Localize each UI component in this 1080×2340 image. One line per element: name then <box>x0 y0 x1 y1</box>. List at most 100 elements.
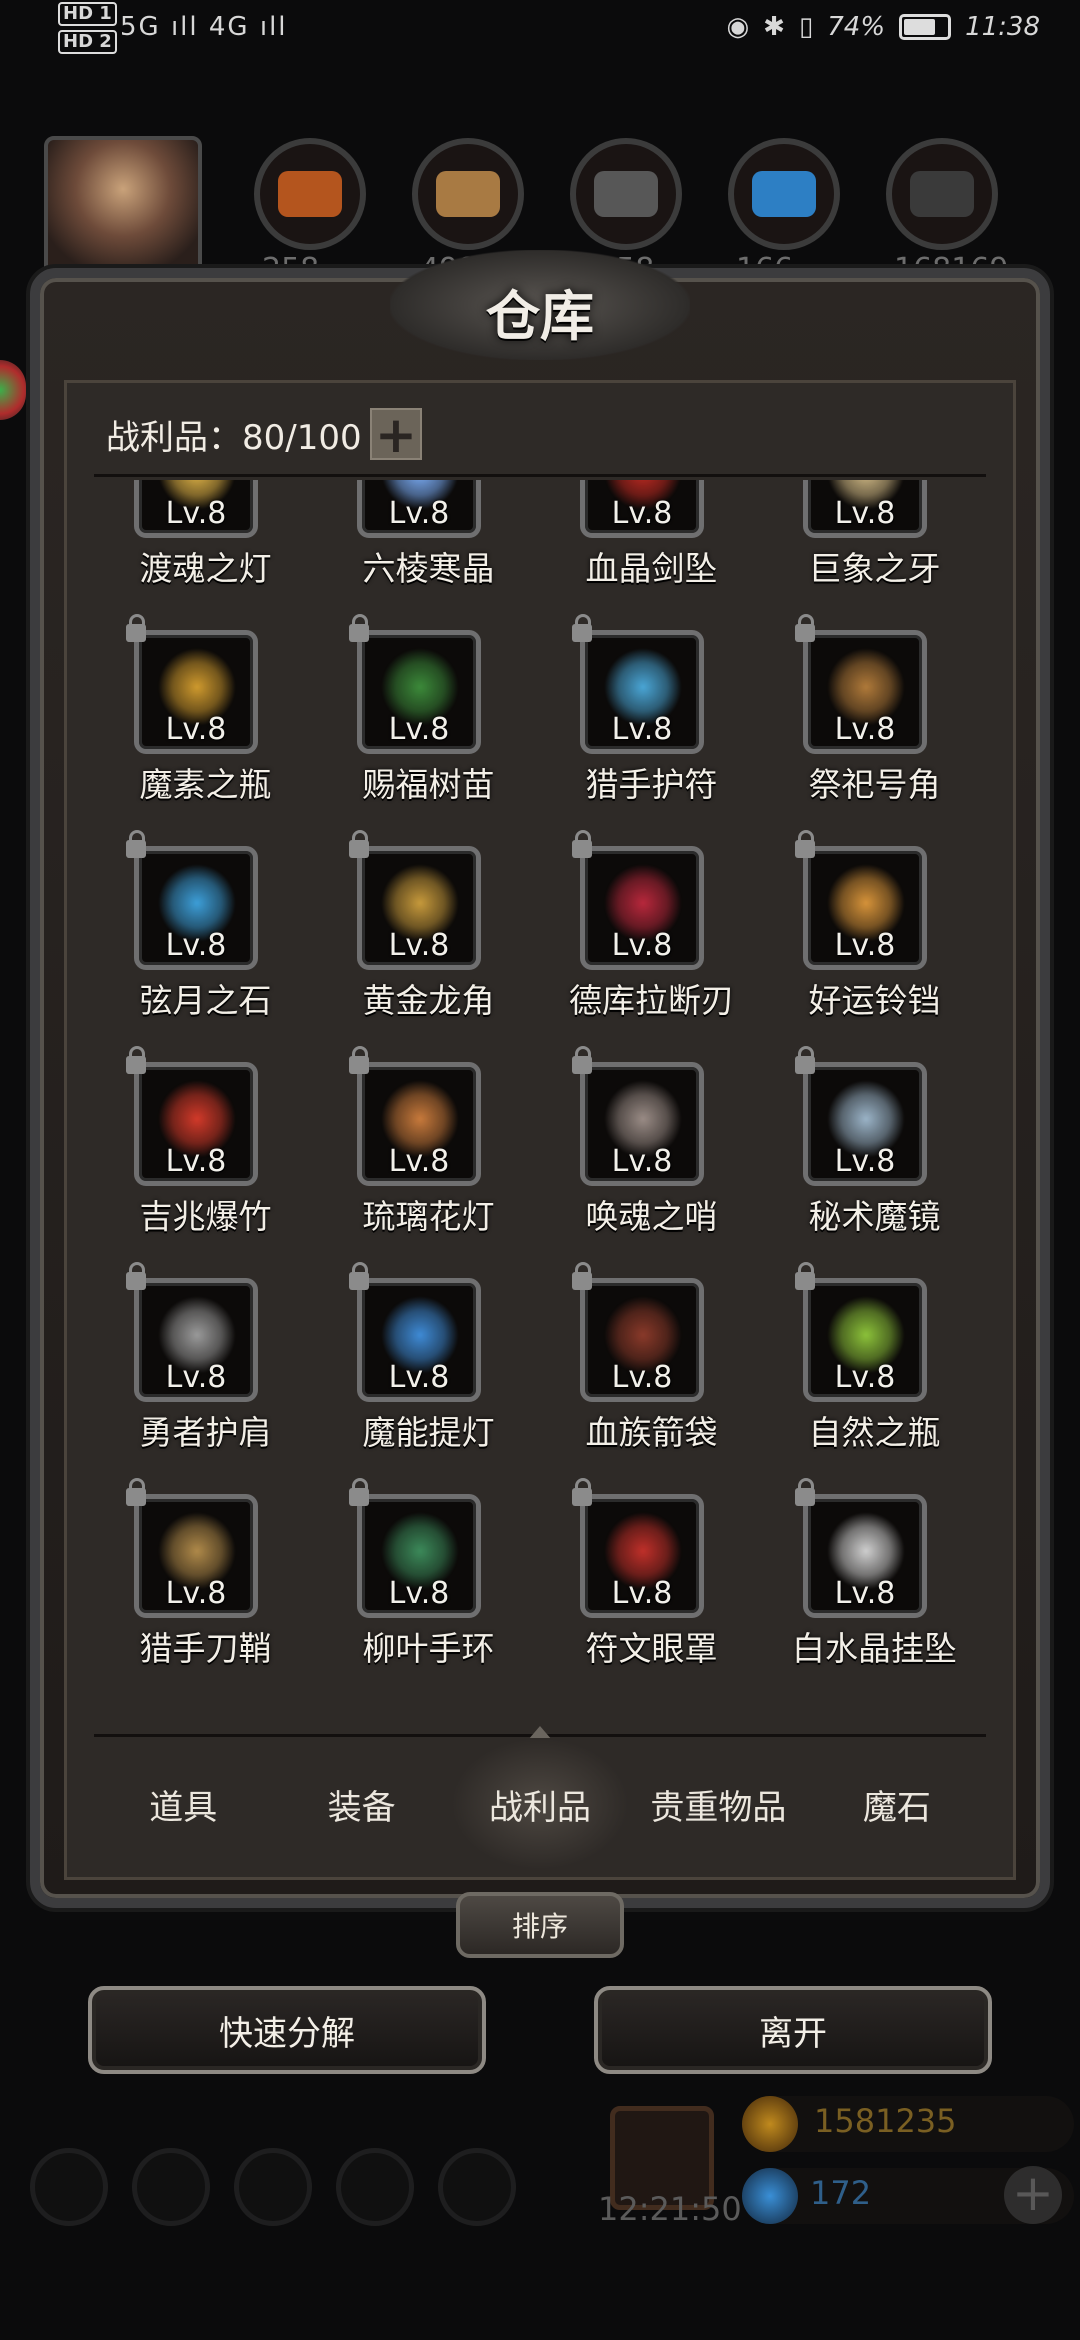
inventory-item[interactable]: Lv.8 猎手刀鞘 <box>94 1478 317 1710</box>
lock-icon <box>349 1046 369 1074</box>
tab-0[interactable]: 道具 <box>94 1738 272 1870</box>
lock-icon <box>126 614 146 642</box>
item-level: Lv.8 <box>165 928 227 963</box>
item-icon[interactable]: Lv.8 <box>803 630 927 754</box>
item-icon[interactable]: Lv.8 <box>357 1278 481 1402</box>
inventory-item[interactable]: Lv.8 六棱寒晶 <box>317 480 540 630</box>
inventory-item[interactable]: Lv.8 自然之瓶 <box>763 1262 986 1494</box>
clock: 11:38 <box>965 12 1040 42</box>
item-grid[interactable]: Lv.8 渡魂之灯 Lv.8 六棱寒晶 Lv.8 血晶剑坠 Lv.8 巨象之牙 Lv.8 魔素之瓶… <box>94 480 986 1730</box>
item-icon[interactable]: Lv.8 <box>357 846 481 970</box>
dialog-title: 仓库 <box>486 284 594 348</box>
shop-icon[interactable] <box>438 2148 516 2226</box>
item-name: 符文眼罩 <box>585 1629 718 1668</box>
item-icon[interactable]: Lv.8 <box>803 846 927 970</box>
item-level: Lv.8 <box>388 1360 450 1395</box>
item-icon[interactable]: Lv.8 <box>357 1494 481 1618</box>
inventory-item[interactable]: Lv.8 祭祀号角 <box>763 614 986 846</box>
lock-icon <box>795 830 815 858</box>
inventory-item[interactable]: Lv.8 猎手护符 <box>540 614 763 846</box>
lock-icon <box>126 1478 146 1506</box>
item-name: 祭祀号角 <box>808 765 941 804</box>
tab-1[interactable]: 装备 <box>272 1738 450 1870</box>
item-name: 巨象之牙 <box>808 549 941 588</box>
item-icon[interactable]: Lv.8 <box>803 1278 927 1402</box>
item-icon[interactable]: Lv.8 <box>134 846 258 970</box>
item-icon[interactable]: Lv.8 <box>134 630 258 754</box>
item-icon[interactable]: Lv.8 <box>580 480 704 538</box>
inventory-item[interactable]: Lv.8 吉兆爆竹 <box>94 1046 317 1278</box>
inventory-item[interactable]: Lv.8 血族箭袋 <box>540 1262 763 1494</box>
battery-percent: 74% <box>827 12 886 42</box>
category-tabs: 道具 装备 战利品 贵重物品 魔石 <box>94 1738 986 1870</box>
item-level: Lv.8 <box>165 496 227 531</box>
inventory-item[interactable]: Lv.8 秘术魔镜 <box>763 1046 986 1278</box>
item-icon[interactable]: Lv.8 <box>580 1278 704 1402</box>
leave-button[interactable]: 离开 <box>594 1986 992 2074</box>
item-icon[interactable]: Lv.8 <box>580 1494 704 1618</box>
guild-icon[interactable] <box>132 2148 210 2226</box>
item-name: 德库拉断刃 <box>569 981 734 1020</box>
inventory-item[interactable]: Lv.8 魔能提灯 <box>317 1262 540 1494</box>
item-name: 自然之瓶 <box>808 1413 941 1452</box>
item-name: 血族箭袋 <box>585 1413 718 1452</box>
mail-icon[interactable] <box>336 2148 414 2226</box>
capacity-label: 战利品：80/100 <box>106 418 362 458</box>
item-icon[interactable]: Lv.8 <box>580 846 704 970</box>
vibrate-icon: ▯ <box>798 12 814 42</box>
status-bar: HD 1 HD 2 5G ıll 4G ıll ◉ ✱ ▯ 74% 11:38 <box>0 0 1080 58</box>
item-icon[interactable]: Lv.8 <box>357 480 481 538</box>
inventory-item[interactable]: Lv.8 好运铃铛 <box>763 830 986 1062</box>
signal-icon: 5G ıll 4G ıll <box>120 12 288 42</box>
item-level: Lv.8 <box>388 712 450 747</box>
player-avatar[interactable] <box>44 136 202 284</box>
inventory-item[interactable]: Lv.8 唤魂之哨 <box>540 1046 763 1278</box>
item-name: 赐福树苗 <box>362 765 495 804</box>
item-icon[interactable]: Lv.8 <box>357 630 481 754</box>
item-level: Lv.8 <box>611 496 673 531</box>
item-icon[interactable]: Lv.8 <box>803 1062 927 1186</box>
item-icon[interactable]: Lv.8 <box>134 480 258 538</box>
item-name: 六棱寒晶 <box>362 549 495 588</box>
side-event-icon[interactable] <box>0 360 26 420</box>
resource-icon-0 <box>254 138 366 250</box>
inventory-item[interactable]: Lv.8 琉璃花灯 <box>317 1046 540 1278</box>
tab-3[interactable]: 贵重物品 <box>629 1738 807 1870</box>
item-icon[interactable]: Lv.8 <box>134 1494 258 1618</box>
quick-decompose-button[interactable]: 快速分解 <box>88 1986 486 2074</box>
item-icon[interactable]: Lv.8 <box>580 1062 704 1186</box>
inventory-item[interactable]: Lv.8 柳叶手环 <box>317 1478 540 1710</box>
add-currency-button[interactable]: + <box>1004 2166 1062 2224</box>
item-level: Lv.8 <box>611 1360 673 1395</box>
item-icon[interactable]: Lv.8 <box>803 480 927 538</box>
item-level: Lv.8 <box>388 1144 450 1179</box>
inventory-item[interactable]: Lv.8 魔素之瓶 <box>94 614 317 846</box>
add-capacity-button[interactable]: + <box>370 408 422 460</box>
inventory-item[interactable]: Lv.8 弦月之石 <box>94 830 317 1062</box>
item-level: Lv.8 <box>834 1360 896 1395</box>
item-level: Lv.8 <box>834 1144 896 1179</box>
item-name: 魔能提灯 <box>362 1413 495 1452</box>
item-icon[interactable]: Lv.8 <box>134 1278 258 1402</box>
castle-icon[interactable] <box>234 2148 312 2226</box>
item-icon[interactable]: Lv.8 <box>357 1062 481 1186</box>
item-name: 猎手护符 <box>585 765 718 804</box>
inventory-item[interactable]: Lv.8 勇者护肩 <box>94 1262 317 1494</box>
inventory-item[interactable]: Lv.8 赐福树苗 <box>317 614 540 846</box>
item-level: Lv.8 <box>834 1576 896 1611</box>
item-icon[interactable]: Lv.8 <box>580 630 704 754</box>
inventory-item[interactable]: Lv.8 白水晶挂坠 <box>763 1478 986 1710</box>
settings-icon[interactable] <box>30 2148 108 2226</box>
tab-4[interactable]: 魔石 <box>808 1738 986 1870</box>
inventory-item[interactable]: Lv.8 德库拉断刃 <box>540 830 763 1062</box>
inventory-item[interactable]: Lv.8 黄金龙角 <box>317 830 540 1062</box>
inventory-item[interactable]: Lv.8 血晶剑坠 <box>540 480 763 630</box>
inventory-item[interactable]: Lv.8 巨象之牙 <box>763 480 986 630</box>
tab-2[interactable]: 战利品 <box>450 1738 630 1870</box>
item-icon[interactable]: Lv.8 <box>803 1494 927 1618</box>
inventory-item[interactable]: Lv.8 符文眼罩 <box>540 1478 763 1710</box>
item-icon[interactable]: Lv.8 <box>134 1062 258 1186</box>
sort-button[interactable]: 排序 <box>456 1892 624 1958</box>
inventory-item[interactable]: Lv.8 渡魂之灯 <box>94 480 317 630</box>
item-level: Lv.8 <box>611 1144 673 1179</box>
